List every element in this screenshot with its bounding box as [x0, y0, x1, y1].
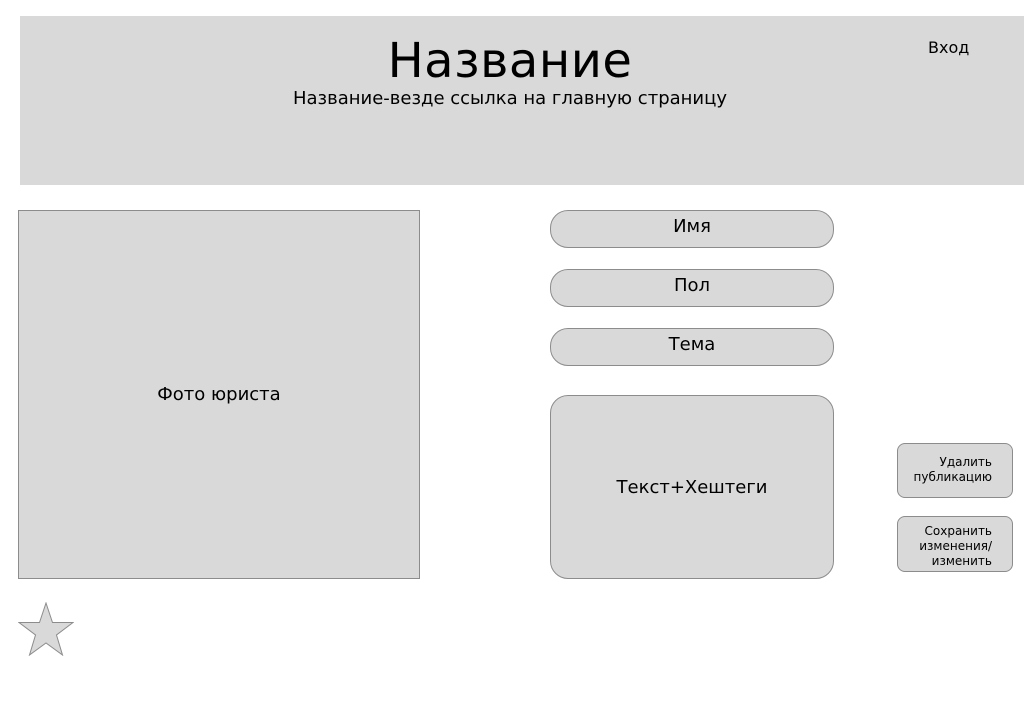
save-changes-button[interactable]: Сохранить изменения/ изменить	[897, 516, 1013, 572]
text-hashtags-label: Текст+Хештеги	[616, 476, 768, 498]
star-icon[interactable]	[18, 602, 74, 656]
name-field[interactable]: Имя	[550, 210, 834, 248]
topic-field[interactable]: Тема	[550, 328, 834, 366]
site-title-link[interactable]: Название	[20, 33, 1000, 89]
site-subtitle: Название-везде ссылка на главную страниц…	[292, 88, 728, 109]
lawyer-photo: Фото юриста	[18, 210, 420, 579]
login-link[interactable]: Вход	[928, 38, 969, 58]
name-field-label: Имя	[673, 215, 711, 237]
text-hashtags-field[interactable]: Текст+Хештеги	[550, 395, 834, 579]
delete-publication-button[interactable]: Удалить публикацию	[897, 443, 1013, 498]
lawyer-photo-label: Фото юриста	[157, 384, 281, 405]
header: Название Название-везде ссылка на главну…	[20, 16, 1024, 185]
gender-field[interactable]: Пол	[550, 269, 834, 307]
gender-field-label: Пол	[673, 274, 711, 296]
topic-field-label: Тема	[668, 333, 716, 355]
